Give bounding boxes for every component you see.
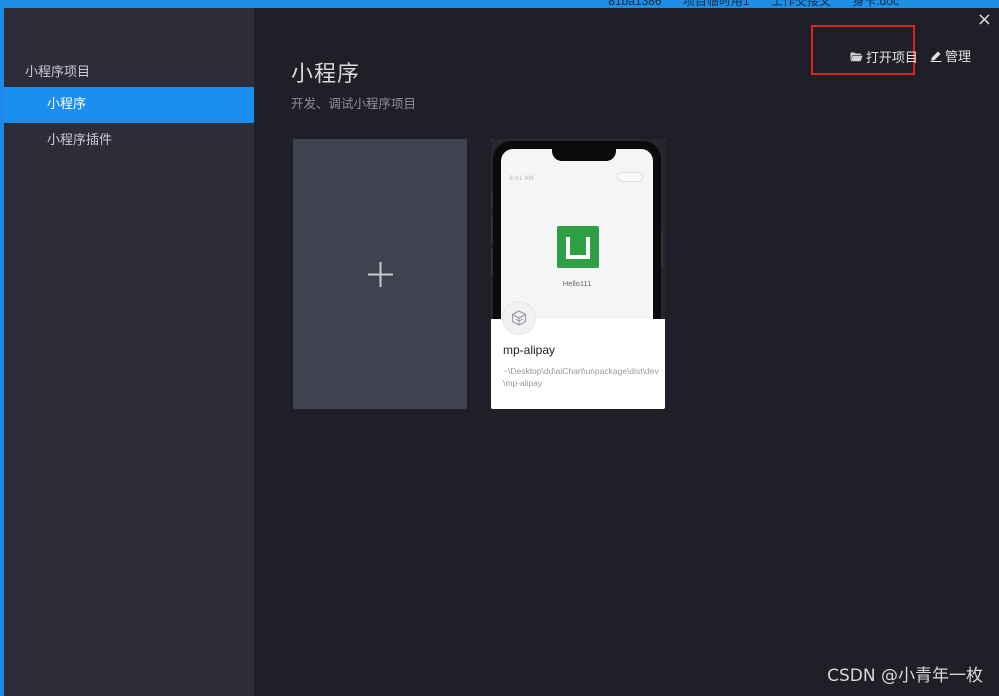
open-project-label: 打开项目 [865,50,918,66]
main-panel: × 小程序 开发、调试小程序项目 打开项目 管理 9:41 AM Hello11… [254,8,999,696]
sidebar-heading: 小程序项目 [25,65,91,80]
project-type-icon [503,302,535,334]
project-card[interactable]: 9:41 AM Hello111 mp-alipay ~\Desktop\dd\… [491,139,665,409]
page-title: 小程序 [291,62,361,87]
sidebar-item-plugin[interactable]: 小程序插件 [4,123,254,159]
project-manager-window: 小程序项目 小程序 小程序插件 × 小程序 开发、调试小程序项目 打开项目 管理… [4,8,999,696]
edit-icon [930,51,942,62]
manage-button[interactable]: 管理 [930,46,971,65]
cube-icon [511,310,527,326]
phone-screen: 9:41 AM Hello111 [501,149,653,319]
sidebar-item-label: 小程序插件 [47,133,113,148]
phone-side-button [491,217,493,243]
desktop-file-label: 工作交接文 [770,0,831,8]
plus-icon [368,262,393,287]
sidebar: 小程序项目 小程序 小程序插件 [4,8,254,696]
project-path: ~\Desktop\dd\aiChart\unpackage\dist\dev\… [503,366,659,388]
page-subtitle: 开发、调试小程序项目 [291,96,417,111]
capsule-menu [617,172,643,182]
phone-notch [552,149,616,161]
close-button[interactable]: × [977,10,992,30]
watermark: CSDN @小青年一枚 [827,666,983,686]
sidebar-item-label: 小程序 [47,97,87,112]
phone-side-button [491,249,493,275]
project-name: mp-alipay [503,343,556,357]
sidebar-item-miniprogram[interactable]: 小程序 [4,87,254,123]
new-project-card[interactable] [293,139,467,409]
open-project-button[interactable]: 打开项目 [850,47,918,66]
app-logo-icon [557,226,599,268]
desktop-file-label: 身卡.doc [852,0,899,8]
preview-text: Hello111 [562,279,592,288]
phone-frame: 9:41 AM Hello111 [491,141,663,319]
toolbar: 打开项目 管理 [842,46,971,66]
status-text: 9:41 AM [509,175,534,182]
phone-side-button [491,193,493,207]
desktop-file-label: 81ba1386 [608,0,662,8]
project-preview: 9:41 AM Hello111 [491,139,665,319]
desktop-file-label: 项目临时用1 [682,0,750,8]
manage-label: 管理 [944,50,971,65]
desktop-file-labels: 81ba1386 项目临时用1 工作交接文 身卡.doc [590,0,899,8]
desktop-background-strip: 81ba1386 项目临时用1 工作交接文 身卡.doc [0,0,999,8]
phone-side-button [661,231,663,267]
folder-open-icon [850,52,863,61]
